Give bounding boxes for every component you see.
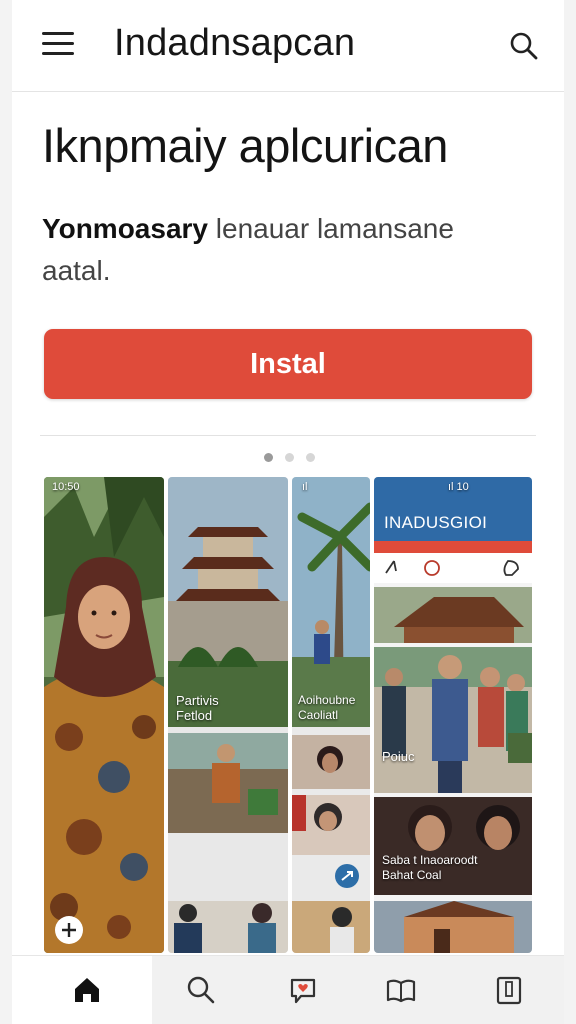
nav-saved[interactable]: [452, 956, 562, 1024]
carousel-page-indicator: [264, 453, 324, 463]
home-icon: [75, 978, 99, 1002]
search-icon[interactable]: [508, 30, 540, 62]
page-title: Iknpmaiy aplcurican: [42, 119, 448, 172]
chat-heart-icon: [290, 978, 316, 1004]
screenshot-portrait[interactable]: 10:50: [44, 477, 164, 953]
status-bar: ıl 10: [448, 481, 469, 493]
plus-icon[interactable]: [54, 915, 84, 945]
app-frame: Indadnsapcan Iknpmaiy aplcurican Yonmoas…: [12, 0, 564, 1024]
book-icon: [386, 979, 416, 1003]
status-bar: ıl: [302, 481, 308, 493]
caption-line: Aoihoubne: [298, 693, 356, 707]
nav-messages[interactable]: [246, 956, 356, 1024]
destination-caption: Partivis Fetlod: [176, 693, 219, 723]
banner-title: INADUSGIOI: [384, 513, 488, 532]
caption-line: Caoliatl: [298, 708, 339, 722]
nav-home[interactable]: [30, 956, 140, 1024]
people-caption: Poiuc: [382, 749, 415, 764]
carousel-dot[interactable]: [285, 453, 294, 462]
top-app-bar: Indadnsapcan: [12, 0, 564, 92]
install-button[interactable]: Instal: [44, 329, 532, 399]
nav-search[interactable]: [144, 956, 254, 1024]
chat-icon: [503, 560, 519, 576]
screenshot-community[interactable]: ıl Aoihoubne Caoliatl: [292, 477, 370, 953]
carousel-dot[interactable]: [306, 453, 315, 462]
hamburger-menu-icon[interactable]: [42, 32, 74, 56]
screenshot-destinations[interactable]: Partivis Fetlod: [168, 477, 288, 953]
record-icon: [424, 560, 440, 576]
portrait-photo: [44, 477, 164, 953]
app-toolbar-icons: [385, 560, 519, 576]
faces-caption: Saba t Inaoaroodt Bahat Coal: [382, 853, 477, 883]
screenshot-gallery: 10:50 Partivis Fetlod ıl Aoihoubne Caoli…: [44, 477, 532, 953]
screenshot-app-home[interactable]: ıl 10 INADUSGIOI Poiuc Saba t Inaoaroodt…: [374, 477, 532, 953]
bottom-navigation: [12, 955, 564, 1024]
divider: [40, 435, 536, 436]
caption-line: Fetlod: [176, 708, 213, 723]
description-highlight: Yonmoasary: [42, 213, 208, 244]
send-icon[interactable]: [334, 863, 360, 889]
nav-library[interactable]: [344, 956, 454, 1024]
status-bar-time: 10:50: [52, 481, 80, 493]
caption-line: Bahat Coal: [382, 868, 442, 882]
app-title: Indadnsapcan: [114, 22, 356, 64]
caption-line: Partivis: [176, 693, 219, 708]
search-icon: [187, 976, 215, 1004]
community-caption: Aoihoubne Caoliatl: [298, 693, 355, 723]
app-description: Yonmoasary lenauar lamansane aatal.: [42, 208, 522, 292]
carousel-dot[interactable]: [264, 453, 273, 462]
share-icon: [385, 560, 397, 574]
bookmark-icon: [496, 976, 522, 1005]
caption-line: Saba t Inaoaroodt: [382, 853, 478, 867]
